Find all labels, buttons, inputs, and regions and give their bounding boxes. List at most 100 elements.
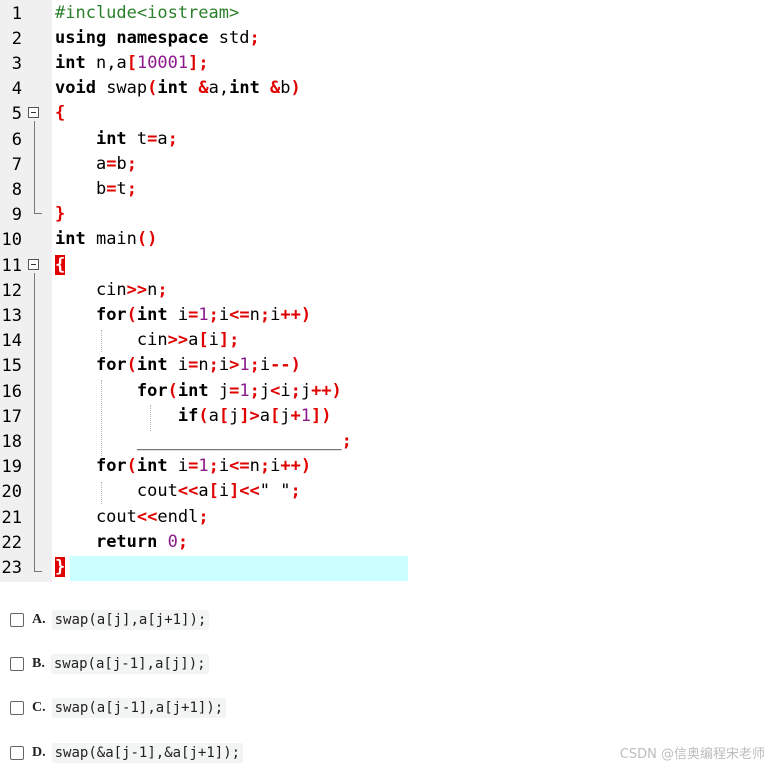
code-line[interactable]: 6 int t=a; xyxy=(0,128,408,153)
code-token: 0 xyxy=(167,531,178,552)
code-line[interactable]: 15 for(int i=n;i>1;i--) xyxy=(0,354,408,379)
code-text: for(int i=1;i<=n;i++) xyxy=(55,456,311,476)
checkbox-a[interactable] xyxy=(10,613,24,627)
line-number: 12 xyxy=(1,280,22,301)
code-token: ; xyxy=(177,531,189,552)
code-line[interactable]: 16 for(int j=1;j<i;j++) xyxy=(0,380,408,405)
code-text: for(int j=1;j<i;j++) xyxy=(55,381,342,401)
code-line[interactable]: 5{ xyxy=(0,102,408,127)
code-line[interactable]: 20 cout<<a[i]<<" "; xyxy=(0,480,408,505)
code-token: a xyxy=(208,405,219,426)
checkbox-c[interactable] xyxy=(10,701,24,715)
code-line[interactable]: 8 b=t; xyxy=(0,178,408,203)
code-token: return xyxy=(95,531,168,552)
code-token: , xyxy=(106,52,117,73)
code-text: } xyxy=(55,204,65,224)
code-line[interactable]: 13 for(int i=1;i<=n;i++) xyxy=(0,304,408,329)
option-letter: D. xyxy=(32,745,46,760)
line-number: 4 xyxy=(11,79,22,100)
code-token: t xyxy=(116,178,127,199)
line-number: 9 xyxy=(11,205,22,226)
code-token: ( xyxy=(198,405,209,426)
code-token: ; xyxy=(157,279,168,300)
code-token: i xyxy=(259,355,271,376)
code-token: if xyxy=(177,405,199,426)
option-letter: A. xyxy=(32,612,46,627)
code-token: { xyxy=(55,103,66,124)
code-line[interactable]: 22 return 0; xyxy=(0,531,408,556)
code-line[interactable]: 21 cout<<endl; xyxy=(0,506,408,531)
code-token: n xyxy=(198,355,209,376)
code-editor[interactable]: 1 #include<iostream> 2 using namespace std;… xyxy=(0,0,408,582)
code-token: " " xyxy=(259,481,291,502)
code-text: ____________________; xyxy=(55,431,352,451)
code-token: [ xyxy=(218,405,230,426)
code-line[interactable]: 10 int main() xyxy=(0,228,408,253)
checkbox-d[interactable] xyxy=(10,746,24,760)
fold-toggle-icon[interactable] xyxy=(28,107,39,119)
code-line[interactable]: 7 a=b; xyxy=(0,153,408,178)
code-token: 1 xyxy=(300,405,312,426)
code-token: >> xyxy=(126,279,148,300)
current-line-highlight xyxy=(70,555,408,582)
code-token: int xyxy=(55,52,96,73)
code-line[interactable]: 3 int n,a[10001]; xyxy=(0,52,408,77)
option-d[interactable]: D. swap(&a[j-1],&a[j+1]); xyxy=(10,742,244,764)
code-line[interactable]: 1 #include<iostream> xyxy=(0,2,408,27)
code-line[interactable]: 23} xyxy=(0,555,408,582)
code-line[interactable]: 18 ____________________; xyxy=(0,430,408,455)
fold-toggle-icon[interactable] xyxy=(28,258,39,270)
code-text: return 0; xyxy=(55,532,188,552)
code-token: n xyxy=(147,279,158,300)
code-token: & xyxy=(198,78,209,99)
code-token: a xyxy=(208,78,219,99)
code-line[interactable]: 17 if(a[j]>a[j+1]) xyxy=(0,405,408,430)
line-number: 16 xyxy=(1,381,22,402)
watermark: CSDN @信奥编程宋老师 xyxy=(619,747,765,762)
code-token: ; xyxy=(249,355,260,376)
code-line[interactable]: 14 cin>>a[i]; xyxy=(0,329,408,354)
code-token: ; xyxy=(126,178,137,199)
code-token: a xyxy=(116,52,127,73)
option-c[interactable]: C. swap(a[j-1],a[j+1]); xyxy=(10,697,227,719)
code-token: i xyxy=(177,355,189,376)
code-token: int xyxy=(95,128,137,149)
code-line[interactable]: 12 cin>>n; xyxy=(0,279,408,304)
line-number: 2 xyxy=(11,28,22,49)
code-line[interactable]: 9} xyxy=(0,203,408,228)
code-token: j xyxy=(259,380,271,401)
code-token: i xyxy=(177,304,189,325)
code-token: } xyxy=(55,556,66,577)
line-number: 18 xyxy=(1,431,22,452)
option-a[interactable]: A. swap(a[j],a[j+1]); xyxy=(10,609,210,631)
code-token: n xyxy=(249,456,260,477)
code-token: { xyxy=(55,254,66,275)
option-code: swap(a[j],a[j+1]); xyxy=(51,610,210,630)
code-token: = xyxy=(188,355,199,376)
code-line[interactable]: 19 for(int i=1;i<=n;i++) xyxy=(0,455,408,480)
code-token: = xyxy=(188,456,199,477)
line-number: 1 xyxy=(11,3,22,24)
code-token: ; xyxy=(208,304,219,325)
code-token: for xyxy=(136,380,168,401)
code-line[interactable]: 2 using namespace std; xyxy=(0,27,408,52)
code-token: ++) xyxy=(280,304,312,325)
indent-guide xyxy=(101,330,102,352)
code-token: void xyxy=(55,78,107,99)
code-text: for(int i=n;i>1;i--) xyxy=(55,355,301,375)
code-line[interactable]: 11 { xyxy=(0,254,408,279)
code-token: t xyxy=(136,128,148,149)
indent-guide xyxy=(101,482,102,504)
code-line[interactable]: 4 void swap(int &a,int &b) xyxy=(0,77,408,102)
code-token: cin xyxy=(55,330,168,351)
line-number: 14 xyxy=(1,331,22,352)
option-b[interactable]: B. swap(a[j-1],a[j]); xyxy=(10,653,209,675)
line-number: 17 xyxy=(1,406,22,427)
code-token: a xyxy=(55,153,107,174)
code-token: endl xyxy=(157,506,199,527)
code-token: i xyxy=(270,304,281,325)
checkbox-b[interactable] xyxy=(10,657,24,671)
